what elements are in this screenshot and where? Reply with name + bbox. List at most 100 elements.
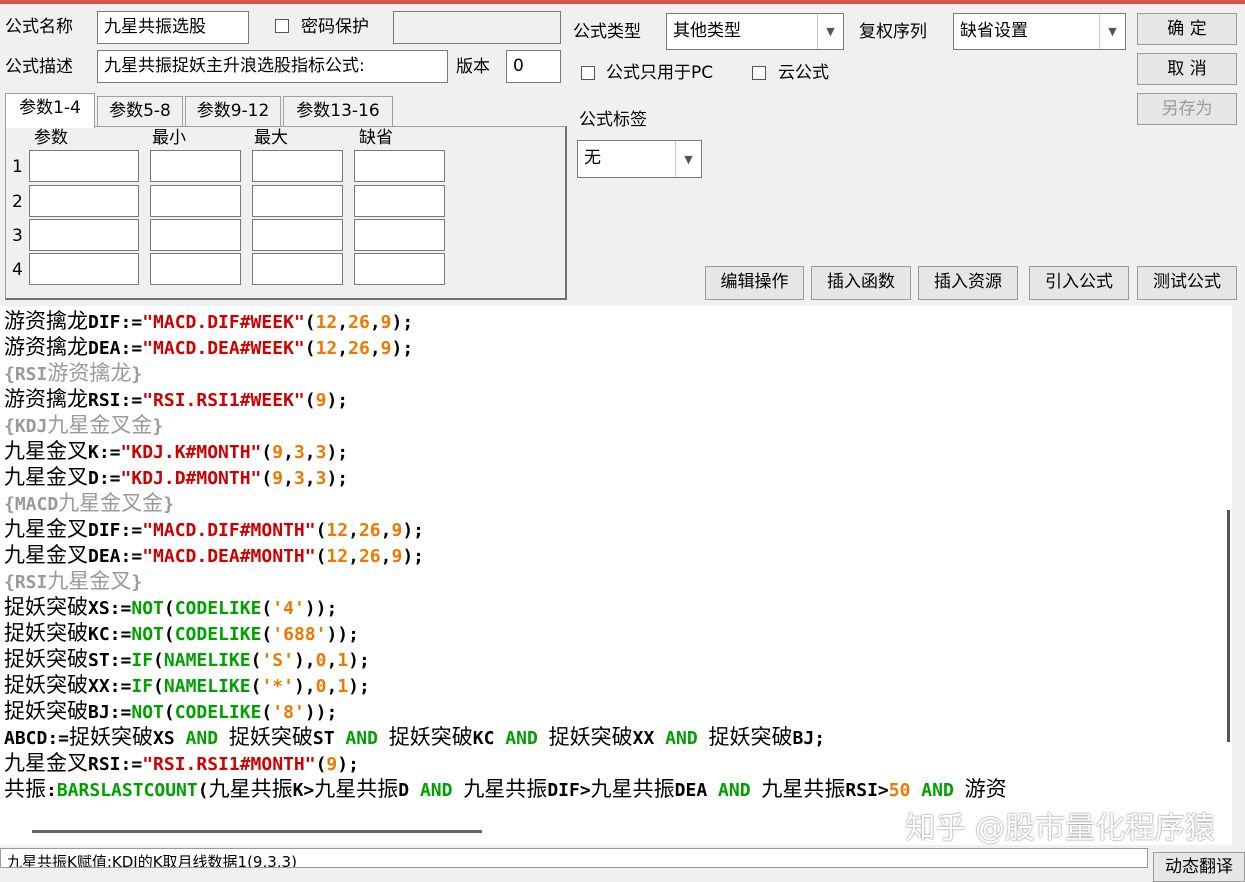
password-input[interactable] [393, 11, 561, 44]
tab-params-9-12[interactable]: 参数9-12 [185, 96, 281, 126]
chevron-down-icon[interactable]: ▼ [675, 141, 701, 177]
code-token: 1 [337, 650, 349, 671]
param-2-name-input[interactable] [29, 185, 139, 217]
formula-name-input[interactable]: 九星共振选股 [97, 11, 249, 44]
code-token: NOT [131, 624, 164, 645]
code-token: "MACD.DEA#WEEK" [142, 338, 305, 359]
code-token: RSI:= [88, 390, 143, 411]
horizontal-scroll-thumb[interactable] [32, 830, 482, 833]
param-3-max-input[interactable] [252, 219, 343, 251]
code-token: AND [419, 780, 453, 801]
param-3-name-input[interactable] [29, 219, 139, 251]
code-token: DEA:= [88, 338, 143, 359]
code-token: ST:= [88, 650, 132, 671]
param-2-max-input[interactable] [252, 185, 343, 217]
code-token: 26 [348, 338, 370, 359]
param-3-default-input[interactable] [354, 219, 445, 251]
insert-resource-button[interactable]: 插入资源 [918, 266, 1018, 300]
code-line: {RSI九星金叉} [4, 568, 142, 596]
cloud-formula-checkbox[interactable] [752, 66, 766, 80]
code-token: , [304, 468, 316, 489]
code-token: 0 [315, 650, 327, 671]
code-line: 九星金叉DIF:="MACD.DIF#MONTH"(12,26,9); [4, 516, 424, 544]
code-token: , [326, 650, 338, 671]
param-1-min-input[interactable] [150, 150, 241, 182]
code-token: 9 [326, 754, 338, 775]
code-token: ( [250, 676, 262, 697]
param-header-min: 最小 [152, 128, 186, 148]
window-top-border [0, 0, 1245, 4]
param-4-max-input[interactable] [252, 253, 343, 285]
code-token: 游资擒龙 [4, 309, 88, 333]
code-token: 九星共振 [314, 777, 399, 801]
code-token: CODELIKE [174, 702, 262, 723]
param-4-min-input[interactable] [150, 253, 241, 285]
version-input[interactable]: 0 [506, 50, 561, 83]
formula-desc-input[interactable]: 九星共振捉妖主升浪选股指标公式: [97, 50, 448, 83]
code-token: } [152, 416, 164, 437]
param-4-name-input[interactable] [29, 253, 139, 285]
code-token: BJ; [792, 728, 826, 749]
tab-params-5-8[interactable]: 参数5-8 [97, 96, 183, 126]
chevron-down-icon[interactable]: ▼ [817, 14, 843, 49]
code-token: K:= [88, 442, 121, 463]
code-token: ( [261, 468, 273, 489]
code-token: '*' [261, 676, 294, 697]
code-token: ( [153, 650, 164, 671]
test-formula-button[interactable]: 测试公式 [1137, 266, 1237, 300]
code-token: IF [131, 650, 154, 671]
code-token: } [131, 364, 143, 385]
code-token: '4' [272, 598, 305, 619]
code-token: , [380, 520, 392, 541]
param-4-default-input[interactable] [354, 253, 445, 285]
code-token: ), [293, 676, 316, 697]
code-line: 九星金叉RSI:="RSI.RSI1#MONTH"(9); [4, 750, 359, 778]
save-as-button[interactable]: 另存为 [1137, 93, 1237, 125]
code-token: K> [292, 780, 315, 801]
code-token: {RSI [4, 572, 48, 593]
code-token: D:= [88, 468, 121, 489]
param-1-name-input[interactable] [29, 150, 139, 182]
watermark: 知乎 @股市量化程序猿 [905, 811, 1215, 846]
pc-only-label: 公式只用于PC [606, 63, 714, 83]
ok-button[interactable]: 确 定 [1137, 13, 1237, 45]
import-formula-button[interactable]: 引入公式 [1029, 266, 1129, 300]
formula-type-select[interactable]: 其他类型 ▼ [666, 13, 844, 50]
pc-only-checkbox[interactable] [581, 66, 595, 80]
code-token: ( [261, 702, 273, 723]
param-row-index: 4 [12, 260, 23, 280]
dynamic-translate-button[interactable]: 动态翻译 [1153, 852, 1245, 882]
edit-ops-button[interactable]: 编辑操作 [705, 266, 804, 300]
tab-params-13-16[interactable]: 参数13-16 [283, 96, 393, 126]
formula-tag-select[interactable]: 无 ▼ [577, 140, 702, 178]
code-token: } [163, 494, 175, 515]
code-token: 50 [888, 780, 911, 801]
code-token: 九星金叉 [47, 569, 132, 593]
param-2-min-input[interactable] [150, 185, 241, 217]
cancel-button[interactable]: 取 消 [1137, 53, 1237, 85]
code-token: ( [261, 598, 273, 619]
code-token: , [283, 468, 294, 489]
param-1-max-input[interactable] [252, 150, 343, 182]
code-token: DEA [674, 780, 719, 801]
code-token: , [283, 442, 294, 463]
code-token: 捉妖突破 [388, 725, 473, 749]
tab-params-1-4[interactable]: 参数1-4 [5, 93, 95, 128]
param-2-default-input[interactable] [354, 185, 445, 217]
param-header-max: 最大 [254, 128, 288, 148]
param-3-min-input[interactable] [150, 219, 241, 251]
vertical-scroll-thumb[interactable] [1227, 510, 1230, 742]
rights-select[interactable]: 缺省设置 ▼ [953, 13, 1126, 50]
code-token: ); [326, 442, 349, 463]
code-token: 'S' [261, 650, 294, 671]
code-editor[interactable]: 游资擒龙DIF:="MACD.DIF#WEEK"(12,26,9); 游资擒龙DE… [0, 306, 1232, 821]
password-checkbox[interactable] [275, 19, 289, 33]
param-1-default-input[interactable] [354, 150, 445, 182]
insert-function-button[interactable]: 插入函数 [811, 266, 911, 300]
param-row-index: 1 [12, 157, 23, 177]
code-token: 捉妖突破 [4, 621, 88, 645]
code-token: NAMELIKE [163, 650, 251, 671]
chevron-down-icon[interactable]: ▼ [1099, 14, 1125, 49]
